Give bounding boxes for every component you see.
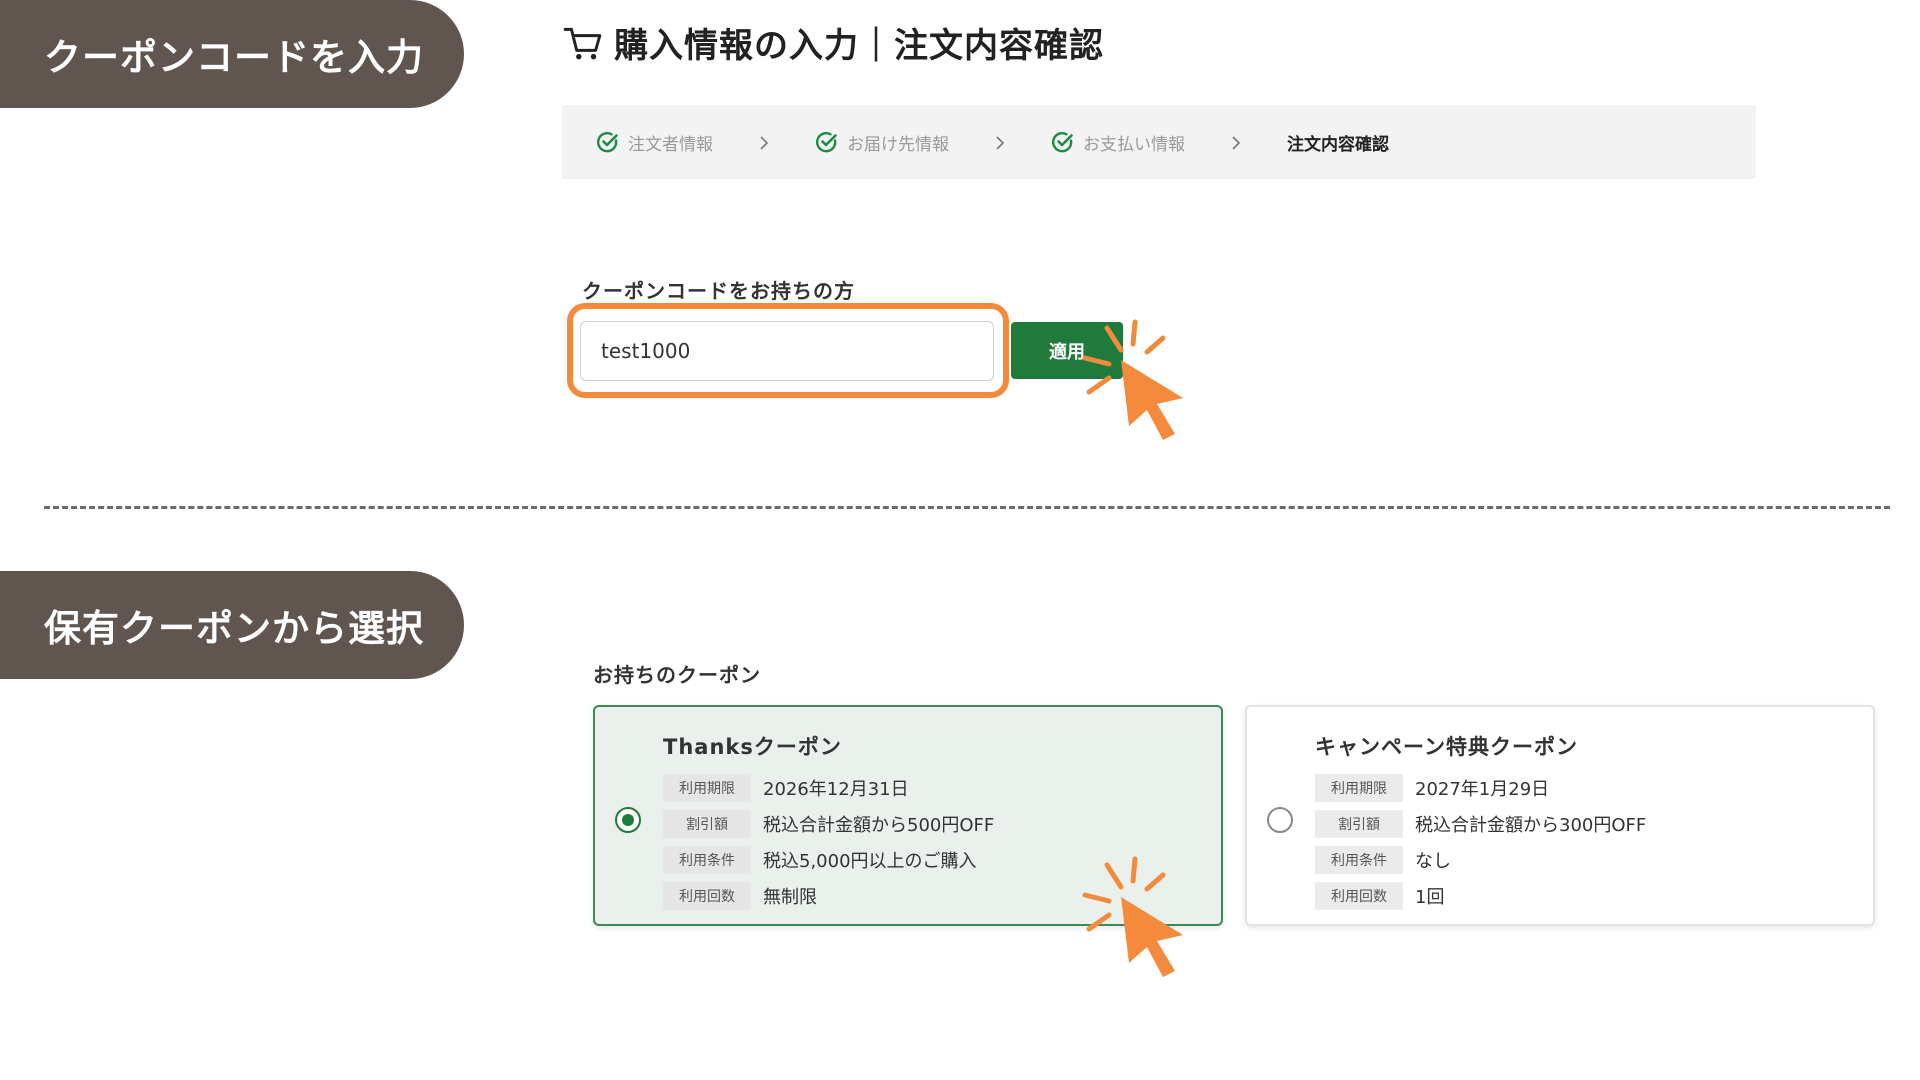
row-label: 利用期限 — [1315, 774, 1403, 802]
step-label: 注文内容確認 — [1287, 134, 1389, 155]
check-circle-icon — [1051, 131, 1073, 153]
my-coupons-label: お持ちのクーポン — [593, 663, 761, 687]
page-title: 購入情報の入力｜注文内容確認 — [562, 18, 1104, 67]
row-value: 2026年12月31日 — [763, 779, 909, 800]
section-tag-coupon-entry: クーポンコードを入力 — [0, 0, 464, 108]
row-label: 利用条件 — [1315, 846, 1403, 874]
coupon-row-expiry: 利用期限 2027年1月29日 — [1315, 770, 1646, 806]
row-value: 税込合計金額から300円OFF — [1415, 815, 1647, 836]
section-divider — [44, 506, 1890, 509]
page-title-text: 購入情報の入力｜注文内容確認 — [614, 26, 1104, 66]
coupon-name: Thanksクーポン — [663, 735, 842, 759]
coupon-radio-unselected[interactable] — [1267, 807, 1293, 833]
step-delivery-info[interactable]: お届け先情報 — [815, 130, 949, 155]
click-pointer-icon — [1082, 856, 1183, 977]
coupon-radio-selected[interactable] — [615, 807, 641, 833]
click-pointer-icon — [1082, 319, 1183, 440]
step-label: 注文者情報 — [628, 134, 713, 155]
shopping-cart-icon — [563, 27, 602, 59]
coupon-row-usage-count: 利用回数 無制限 — [663, 878, 994, 914]
row-value: 2027年1月29日 — [1415, 779, 1550, 800]
coupon-row-condition: 利用条件 税込5,000円以上のご購入 — [663, 842, 994, 878]
coupon-row-usage-count: 利用回数 1回 — [1315, 878, 1646, 914]
step-orderer-info[interactable]: 注文者情報 — [596, 130, 713, 155]
coupon-name: キャンペーン特典クーポン — [1315, 735, 1578, 759]
chevron-right-icon — [993, 135, 1007, 150]
step-payment-info[interactable]: お支払い情報 — [1051, 130, 1185, 155]
step-order-confirm: 注文内容確認 — [1287, 130, 1389, 155]
row-value: 1回 — [1415, 887, 1445, 908]
step-label: お届け先情報 — [847, 134, 949, 155]
coupon-row-expiry: 利用期限 2026年12月31日 — [663, 770, 994, 806]
checkout-stepper: 注文者情報 お届け先情報 お支払い情報 注文内容確認 — [562, 105, 1756, 179]
row-label: 利用回数 — [663, 882, 751, 910]
row-value: 税込合計金額から500円OFF — [763, 815, 995, 836]
row-value: 税込5,000円以上のご購入 — [763, 851, 977, 872]
coupon-card-campaign[interactable]: キャンペーン特典クーポン 利用期限 2027年1月29日 割引額 税込合計金額か… — [1245, 705, 1875, 926]
row-value: 無制限 — [763, 887, 817, 908]
row-value: なし — [1415, 851, 1451, 872]
step-label: お支払い情報 — [1083, 134, 1185, 155]
row-label: 割引額 — [1315, 810, 1403, 838]
row-label: 利用期限 — [663, 774, 751, 802]
coupon-row-discount: 割引額 税込合計金額から500円OFF — [663, 806, 994, 842]
coupon-row-condition: 利用条件 なし — [1315, 842, 1646, 878]
coupon-code-label: クーポンコードをお持ちの方 — [582, 279, 855, 303]
section-tag-coupon-select: 保有クーポンから選択 — [0, 571, 464, 679]
chevron-right-icon — [757, 135, 771, 150]
check-circle-icon — [815, 131, 837, 153]
row-label: 割引額 — [663, 810, 751, 838]
coupon-row-discount: 割引額 税込合計金額から300円OFF — [1315, 806, 1646, 842]
row-label: 利用回数 — [1315, 882, 1403, 910]
chevron-right-icon — [1229, 135, 1243, 150]
row-label: 利用条件 — [663, 846, 751, 874]
check-circle-icon — [596, 131, 618, 153]
coupon-code-input[interactable] — [580, 321, 994, 381]
